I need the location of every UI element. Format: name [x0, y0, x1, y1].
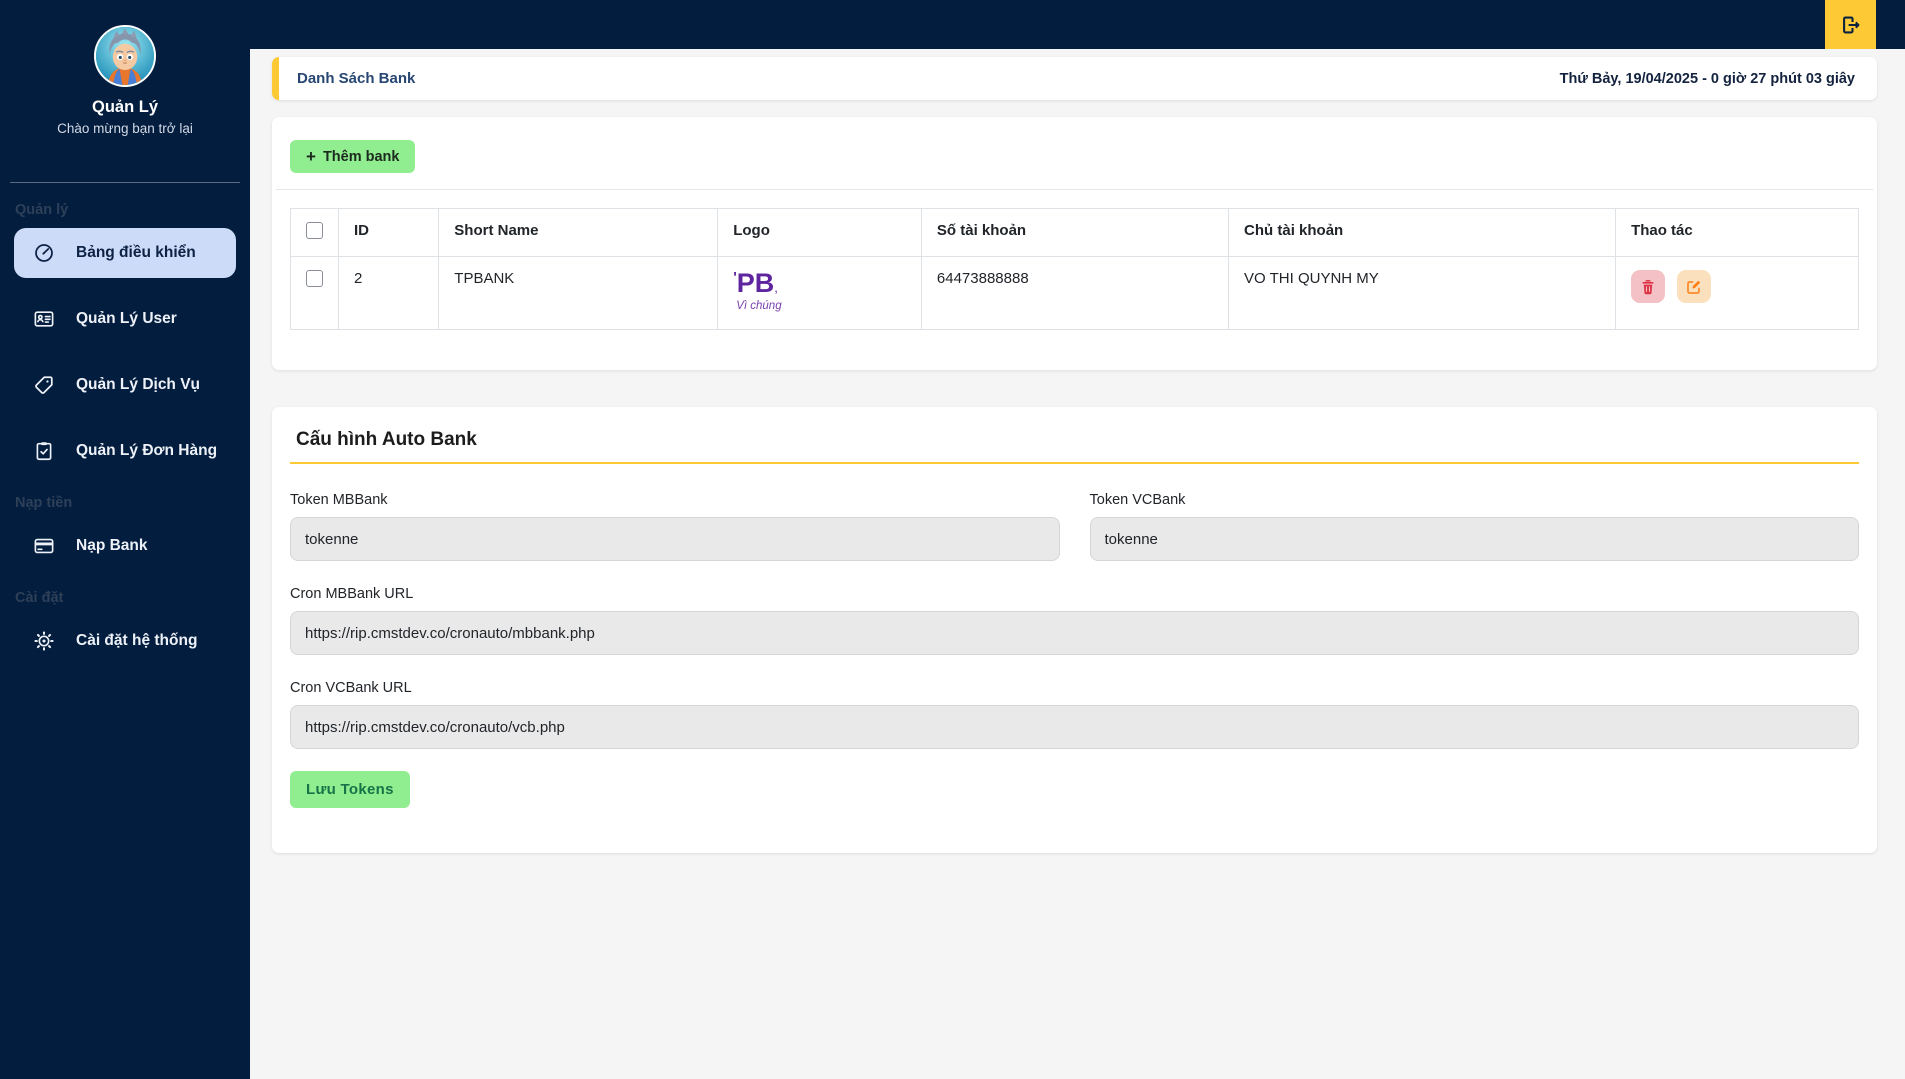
sidebar-item-label: Quản Lý User [76, 310, 177, 327]
sidebar-item-label: Quản Lý Đơn Hàng [76, 442, 218, 459]
column-header-account-holder: Chủ tài khoản [1228, 208, 1617, 257]
sidebar-item-orders[interactable]: Quản Lý Đơn Hàng [14, 426, 236, 476]
sidebar-item-label: Nạp Bank [76, 537, 148, 554]
card-divider [276, 189, 1873, 190]
main-content: Danh Sách Bank Thứ Bảy, 19/04/2025 - 0 g… [250, 49, 1905, 1079]
gear-icon [34, 631, 54, 651]
speedometer-icon [35, 244, 53, 262]
token-vcbank-label: Token VCBank [1089, 492, 1186, 508]
edit-icon [1687, 280, 1701, 294]
avatar [94, 25, 156, 87]
avatar-illustration [96, 27, 154, 85]
sidebar-item-label: Cài đặt hệ thống [76, 632, 198, 649]
sidebar-item-services[interactable]: Quản Lý Dịch Vụ [14, 360, 236, 410]
token-vcbank-input[interactable] [1089, 517, 1859, 561]
cron-vcbank-label: Cron VCBank URL [290, 680, 412, 696]
profile-name: Quản Lý [91, 98, 158, 116]
bank-list-card: + Thêm bank ID Short Name Logo Số tài kh… [272, 117, 1877, 370]
logo-text: PB [736, 268, 775, 298]
logo-tail: , [774, 280, 778, 295]
config-underline [290, 462, 1859, 464]
page-title: Danh Sách Bank [297, 70, 416, 87]
row-checkbox[interactable] [306, 270, 323, 287]
add-bank-button[interactable]: + Thêm bank [290, 140, 416, 173]
delete-bank-button[interactable] [1631, 270, 1666, 303]
sidebar-item-label: Bảng điều khiển [76, 244, 196, 261]
sidebar-item-users[interactable]: Quản Lý User [14, 294, 236, 344]
column-header-actions: Thao tác [1615, 208, 1859, 257]
cell-short-name: TPBANK [438, 256, 719, 330]
id-card-icon [34, 311, 54, 327]
page-header-bar: Danh Sách Bank Thứ Bảy, 19/04/2025 - 0 g… [272, 57, 1877, 100]
section-label-caidat: Cài đặt [15, 590, 64, 606]
cell-account-holder: VO THI QUYNH MY [1228, 256, 1617, 330]
cron-mbbank-input[interactable] [290, 611, 1859, 655]
bank-logo: 'PB, Vì chúng [733, 270, 906, 313]
topbar [250, 0, 1905, 49]
column-header-account-number: Số tài khoản [920, 208, 1230, 257]
column-header-id: ID [337, 208, 440, 257]
auto-bank-config-card: Cấu hình Auto Bank Token MBBank Token VC… [272, 407, 1877, 853]
clipboard-check-icon [36, 442, 52, 461]
table-header-row: ID Short Name Logo Số tài khoản Chủ tài … [290, 208, 1859, 257]
logo-tagline: Vì chúng [736, 300, 782, 312]
section-label-quanly: Quản lý [15, 202, 69, 218]
cell-actions [1615, 256, 1859, 330]
save-tokens-button[interactable]: Lưu Tokens [290, 771, 410, 808]
cell-logo: 'PB, Vì chúng [717, 256, 922, 330]
plus-icon: + [306, 147, 316, 166]
profile-welcome: Chào mừng bạn trở lại [57, 121, 193, 136]
credit-card-icon [34, 538, 54, 554]
config-title: Cấu hình Auto Bank [296, 429, 477, 450]
token-mbbank-label: Token MBBank [290, 492, 388, 508]
sidebar-profile: Quản Lý Chào mừng bạn trở lại [0, 0, 250, 136]
sidebar-divider [10, 182, 240, 183]
cell-account-number: 64473888888 [920, 256, 1230, 330]
column-header-short-name: Short Name [438, 208, 719, 257]
token-mbbank-input[interactable] [290, 517, 1060, 561]
tag-icon [35, 376, 53, 394]
cron-vcbank-input[interactable] [290, 705, 1859, 749]
sidebar-item-system-settings[interactable]: Cài đặt hệ thống [14, 616, 236, 666]
logout-icon [1842, 16, 1859, 33]
sidebar-item-nap-bank[interactable]: Nạp Bank [14, 521, 236, 571]
admin-page: Quản Lý Chào mừng bạn trở lại Quản lý Bả… [0, 0, 1905, 1079]
edit-bank-button[interactable] [1677, 270, 1712, 303]
config-form: Token MBBank Token VCBank Cron MBBank UR… [290, 492, 1859, 808]
bank-table: ID Short Name Logo Số tài khoản Chủ tài … [290, 208, 1859, 330]
logout-button[interactable] [1825, 0, 1876, 49]
trash-icon [1642, 279, 1654, 294]
sidebar: Quản Lý Chào mừng bạn trở lại Quản lý Bả… [0, 0, 250, 1079]
table-row: 2 TPBANK 'PB, Vì chúng 64473888888 VO TH [290, 256, 1859, 330]
page-datetime: Thứ Bảy, 19/04/2025 - 0 giờ 27 phút 03 g… [1559, 70, 1855, 87]
section-label-naptien: Nạp tiền [15, 495, 73, 511]
select-all-checkbox[interactable] [306, 222, 323, 239]
sidebar-item-label: Quản Lý Dịch Vụ [76, 376, 201, 393]
column-header-logo: Logo [717, 208, 922, 257]
cell-id: 2 [337, 256, 440, 330]
cron-mbbank-label: Cron MBBank URL [290, 586, 414, 602]
add-bank-label: Thêm bank [322, 148, 400, 165]
sidebar-item-dashboard[interactable]: Bảng điều khiển [14, 228, 236, 278]
